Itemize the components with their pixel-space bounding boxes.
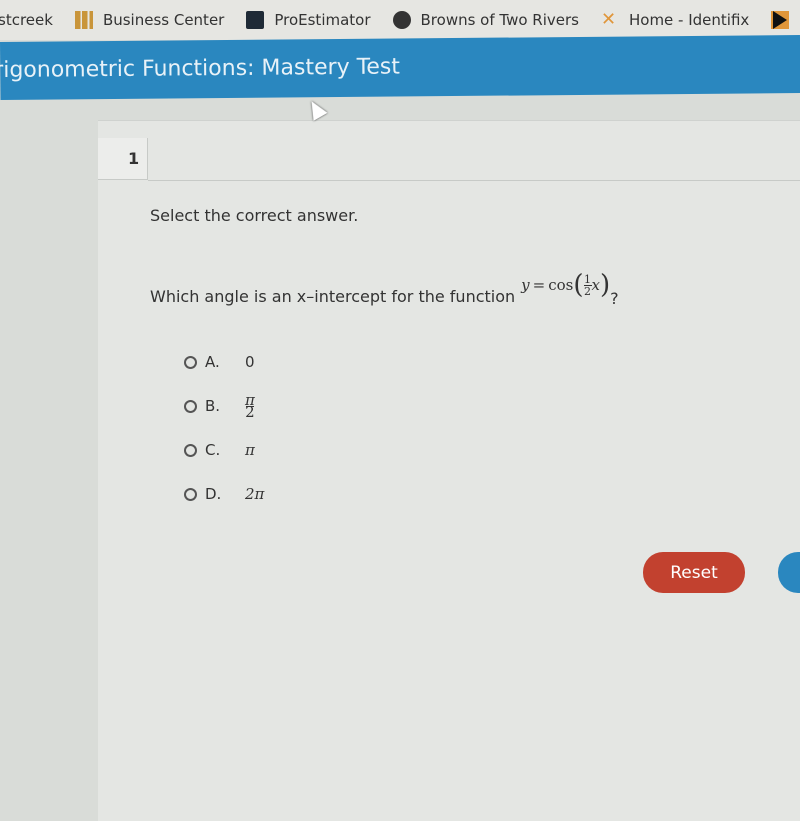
math-fraction: 12 bbox=[583, 272, 592, 298]
divider bbox=[148, 180, 800, 181]
bar-chart-icon bbox=[74, 11, 93, 29]
identifix-icon: ✕ bbox=[600, 9, 617, 30]
bookmark-identifix[interactable]: ✕ Home - Identifix bbox=[600, 9, 750, 30]
function-formula: y = cos ( 12 x ) bbox=[521, 270, 611, 300]
question-instruction: Select the correct answer. bbox=[150, 206, 359, 225]
play-icon bbox=[771, 11, 790, 29]
option-value: 0 bbox=[245, 353, 255, 371]
page-title: rigonometric Functions: Mastery Test bbox=[0, 54, 401, 84]
denominator: 2 bbox=[245, 402, 255, 421]
radio-button[interactable] bbox=[184, 399, 197, 413]
bookmark-label: Business Center bbox=[102, 11, 225, 29]
option-value: π2 bbox=[245, 392, 255, 421]
bookmarks-bar: stcreek Business Center ProEstimator Bro… bbox=[0, 0, 800, 40]
bookmark-label: Browns of Two Rivers bbox=[420, 11, 579, 29]
bookmark-label: Home - Identifix bbox=[628, 11, 750, 29]
denominator: 2 bbox=[584, 284, 592, 298]
question-mark: ? bbox=[610, 289, 619, 308]
globe-icon bbox=[392, 11, 411, 29]
reset-button[interactable]: Reset bbox=[643, 552, 745, 593]
question-number: 1 bbox=[98, 138, 148, 180]
question-stem: Which angle is an x–intercept for the fu… bbox=[150, 287, 516, 306]
math-eq: = bbox=[532, 276, 546, 294]
question-text: Which angle is an x–intercept for the fu… bbox=[150, 270, 619, 308]
bookmark-label: ProEstimator bbox=[274, 11, 371, 29]
option-a[interactable]: A. 0 bbox=[184, 340, 264, 384]
bookmark-proestimator[interactable]: ProEstimator bbox=[246, 11, 371, 29]
radio-button[interactable] bbox=[184, 487, 197, 501]
bookmark-int[interactable]: int bbox=[771, 11, 800, 29]
bookmark-business-center[interactable]: Business Center bbox=[74, 11, 225, 29]
proestimator-icon bbox=[246, 11, 265, 29]
answer-options: A. 0 B. π 2 C. π D. 2π bbox=[184, 340, 264, 516]
math-lhs: y bbox=[521, 276, 530, 294]
test-header: rigonometric Functions: Mastery Test bbox=[0, 35, 800, 100]
radio-button[interactable] bbox=[184, 355, 197, 369]
option-d[interactable]: D. 2π bbox=[184, 472, 264, 516]
option-b[interactable]: B. π 2 bbox=[184, 384, 264, 428]
mouse-cursor-icon bbox=[304, 97, 328, 121]
numerator: 1 bbox=[584, 272, 592, 286]
option-value: 2π bbox=[245, 485, 265, 503]
option-value: π bbox=[245, 441, 255, 459]
math-var: x bbox=[591, 276, 600, 294]
math-fn: cos bbox=[548, 276, 574, 294]
option-letter: A. bbox=[205, 353, 220, 371]
radio-button[interactable] bbox=[184, 443, 197, 457]
option-letter: C. bbox=[205, 441, 221, 459]
option-letter: D. bbox=[205, 485, 222, 503]
bookmark-label: stcreek bbox=[0, 11, 53, 29]
bookmark-browns[interactable]: Browns of Two Rivers bbox=[392, 11, 579, 29]
option-letter: B. bbox=[205, 397, 221, 415]
bookmark-stcreek[interactable]: stcreek bbox=[0, 11, 53, 29]
option-c[interactable]: C. π bbox=[184, 428, 264, 472]
